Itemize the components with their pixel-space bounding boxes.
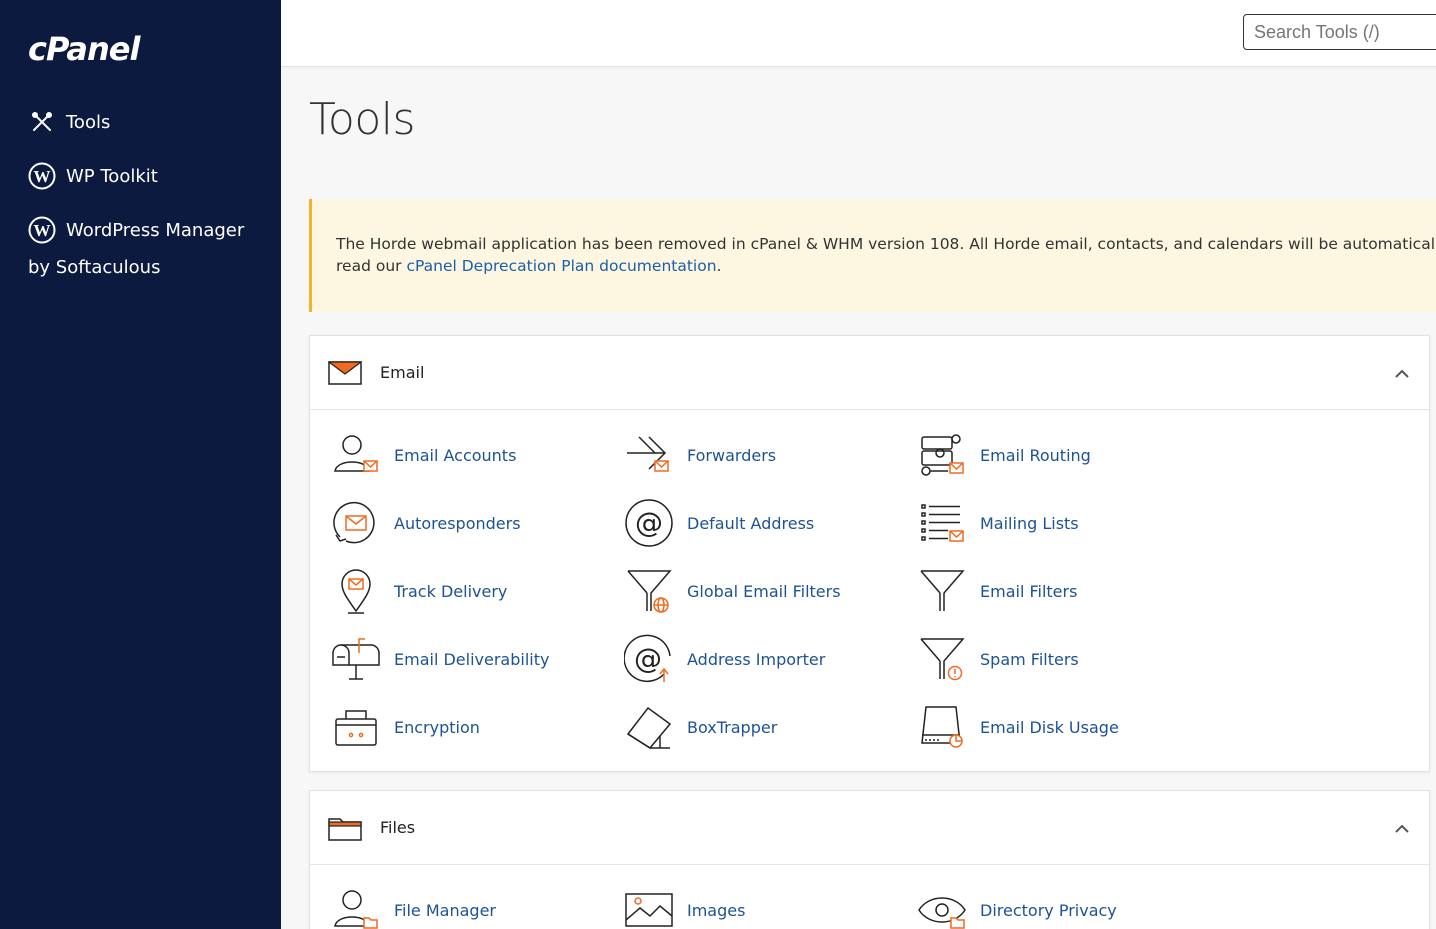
svg-text:W: W [34,221,51,240]
eye-folder-icon [916,885,968,929]
alert-prefix: read our [336,257,407,275]
tool-label: Spam Filters [980,649,1079,669]
tool-label: Address Importer [687,649,826,669]
tool-label: Encryption [394,717,480,737]
tool-email-filters[interactable]: Email Filters [916,566,1077,616]
image-icon [623,885,675,929]
disk-usage-icon [916,702,968,752]
chevron-up-icon[interactable] [1395,819,1409,838]
funnel-icon [916,566,968,616]
at-sign-icon: @ [623,498,675,548]
panel-title: Files [380,818,416,837]
deprecation-alert: The Horde webmail application has been r… [309,199,1436,312]
chevron-up-icon[interactable] [1395,364,1409,383]
sidebar-item-label: WordPress Manager [66,219,245,241]
tool-global-email-filters[interactable]: Global Email Filters [623,566,841,616]
wordpress-icon: W [28,162,56,190]
tool-email-deliverability[interactable]: Email Deliverability [330,634,549,684]
panel-title: Email [380,363,425,382]
envelope-icon [328,358,366,388]
tool-label: Mailing Lists [980,513,1079,533]
tool-email-accounts[interactable]: Email Accounts [330,430,516,480]
tool-label: BoxTrapper [687,717,778,737]
tool-email-routing[interactable]: Email Routing [916,430,1091,480]
svg-text:W: W [34,167,51,186]
tool-boxtrapper[interactable]: BoxTrapper [623,702,777,752]
tool-label: Autoresponders [394,513,521,533]
sidebar-item-wordpress-manager[interactable]: W WordPress Manager [28,216,244,244]
wordpress-icon: W [28,216,56,244]
email-panel-header[interactable]: Email [310,336,1429,410]
files-panel-header[interactable]: Files [310,791,1429,865]
tool-label: Email Filters [980,581,1078,601]
tool-label: Track Delivery [394,581,508,601]
autoresponder-icon [330,498,382,548]
top-bar [281,0,1436,67]
tool-label: Email Disk Usage [980,717,1119,737]
sidebar-item-sublabel[interactable]: by Softaculous [28,257,160,278]
user-folder-icon [330,885,382,929]
funnel-globe-icon [623,566,675,616]
tool-track-delivery[interactable]: Track Delivery [330,566,507,616]
tool-label: Global Email Filters [687,581,841,601]
email-panel: Email Email Accounts Forwarders Email Ro… [309,335,1430,772]
tool-autoresponders[interactable]: Autoresponders [330,498,521,548]
sidebar-item-tools[interactable]: Tools [28,108,110,136]
cpanel-logo[interactable]: cPanel [28,30,140,68]
svg-text:@: @ [634,642,662,675]
tool-label: Email Accounts [394,445,517,465]
tool-label: Default Address [687,513,815,533]
at-import-icon: @ [623,634,675,684]
sidebar-item-wp-toolkit[interactable]: W WP Toolkit [28,162,158,190]
tool-forwarders[interactable]: Forwarders [623,430,776,480]
tool-label: Email Routing [980,445,1091,465]
tool-label: File Manager [394,900,496,920]
search-input[interactable] [1243,14,1436,50]
tool-default-address[interactable]: @ Default Address [623,498,814,548]
sidebar-item-label: Tools [66,111,111,133]
alert-text: The Horde webmail application has been r… [336,235,1436,253]
routing-icon [916,430,968,480]
alert-suffix: . [716,257,722,275]
tool-label: Directory Privacy [980,900,1117,920]
tools-icon [28,108,56,136]
list-icon [916,498,968,548]
tool-label: Images [687,900,746,920]
tool-address-importer[interactable]: @ Address Importer [623,634,825,684]
tool-spam-filters[interactable]: Spam Filters [916,634,1079,684]
svg-text:@: @ [635,506,663,539]
alert-line2: read our cPanel Deprecation Plan documen… [336,255,1425,277]
page-title: Tools [309,94,415,145]
funnel-alert-icon [916,634,968,684]
files-panel: Files File Manager Images Directory Priv… [309,790,1430,929]
tool-directory-privacy[interactable]: Directory Privacy [916,885,1117,929]
tool-label: Forwarders [687,445,777,465]
forward-arrow-icon [623,430,675,480]
location-pin-icon [330,566,382,616]
tool-encryption[interactable]: Encryption [330,702,480,752]
user-mail-icon [330,430,382,480]
tool-label: Email Deliverability [394,649,550,669]
lock-box-icon [330,702,382,752]
mailbox-icon [330,634,382,684]
tool-file-manager[interactable]: File Manager [330,885,496,929]
folder-icon [328,813,366,843]
tool-mailing-lists[interactable]: Mailing Lists [916,498,1079,548]
deprecation-plan-link[interactable]: cPanel Deprecation Plan documentation [406,257,716,275]
sidebar-item-label: WP Toolkit [66,165,158,187]
boxtrapper-icon [623,702,675,752]
sidebar: cPanel Tools W WP Toolkit W WordPress Ma… [0,0,281,929]
tool-images[interactable]: Images [623,885,745,929]
tool-email-disk-usage[interactable]: Email Disk Usage [916,702,1119,752]
